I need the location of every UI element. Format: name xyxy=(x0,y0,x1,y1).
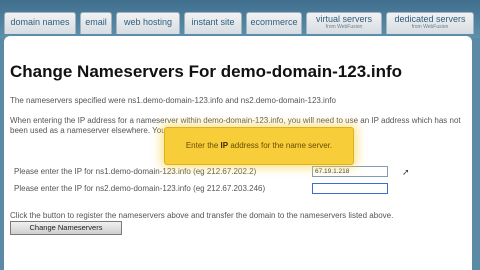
tab-virtual-servers[interactable]: virtual servers from WebFusion xyxy=(306,12,382,34)
tab-email[interactable]: email xyxy=(80,12,112,34)
ns2-label: Please enter the IP for ns2.demo-domain-… xyxy=(14,184,266,193)
ns1-label: Please enter the IP for ns1.demo-domain-… xyxy=(14,167,257,176)
tab-label: web hosting xyxy=(123,17,173,27)
tab-label: virtual servers xyxy=(315,14,372,24)
tab-label: email xyxy=(85,17,107,27)
page-title: Change Nameservers For demo-domain-123.i… xyxy=(10,62,403,81)
mouse-cursor-icon: ➚ xyxy=(402,167,410,177)
tooltip-ip-keyword: IP xyxy=(220,141,229,150)
change-nameservers-button[interactable]: Change Nameservers xyxy=(10,221,122,235)
ip-tooltip: Enter the IP address for the name server… xyxy=(164,127,354,165)
footer-instructions: Click the button to register the nameser… xyxy=(10,211,394,220)
tab-web-hosting[interactable]: web hosting xyxy=(116,12,180,34)
tab-label: instant site xyxy=(191,17,235,27)
specified-nameservers-text: The nameservers specified were ns1.demo-… xyxy=(10,96,336,105)
tab-label: domain names xyxy=(10,17,70,27)
tab-label: ecommerce xyxy=(250,17,298,27)
tooltip-text-end: address for the name server. xyxy=(228,141,333,150)
tooltip-text-start: Enter the xyxy=(185,141,221,150)
tab-instant-site[interactable]: instant site xyxy=(184,12,242,34)
tab-label: dedicated servers xyxy=(394,14,466,24)
tab-dedicated-servers[interactable]: dedicated servers from WebFusion xyxy=(386,12,474,34)
ns2-ip-input[interactable] xyxy=(312,183,388,194)
ns1-ip-input[interactable]: 67.19.1.218 xyxy=(312,166,388,177)
tab-domain-names[interactable]: domain names xyxy=(4,12,76,34)
tab-sublabel: from WebFusion xyxy=(411,24,449,30)
tab-sublabel: from WebFusion xyxy=(325,24,363,30)
tab-ecommerce[interactable]: ecommerce xyxy=(246,12,302,34)
